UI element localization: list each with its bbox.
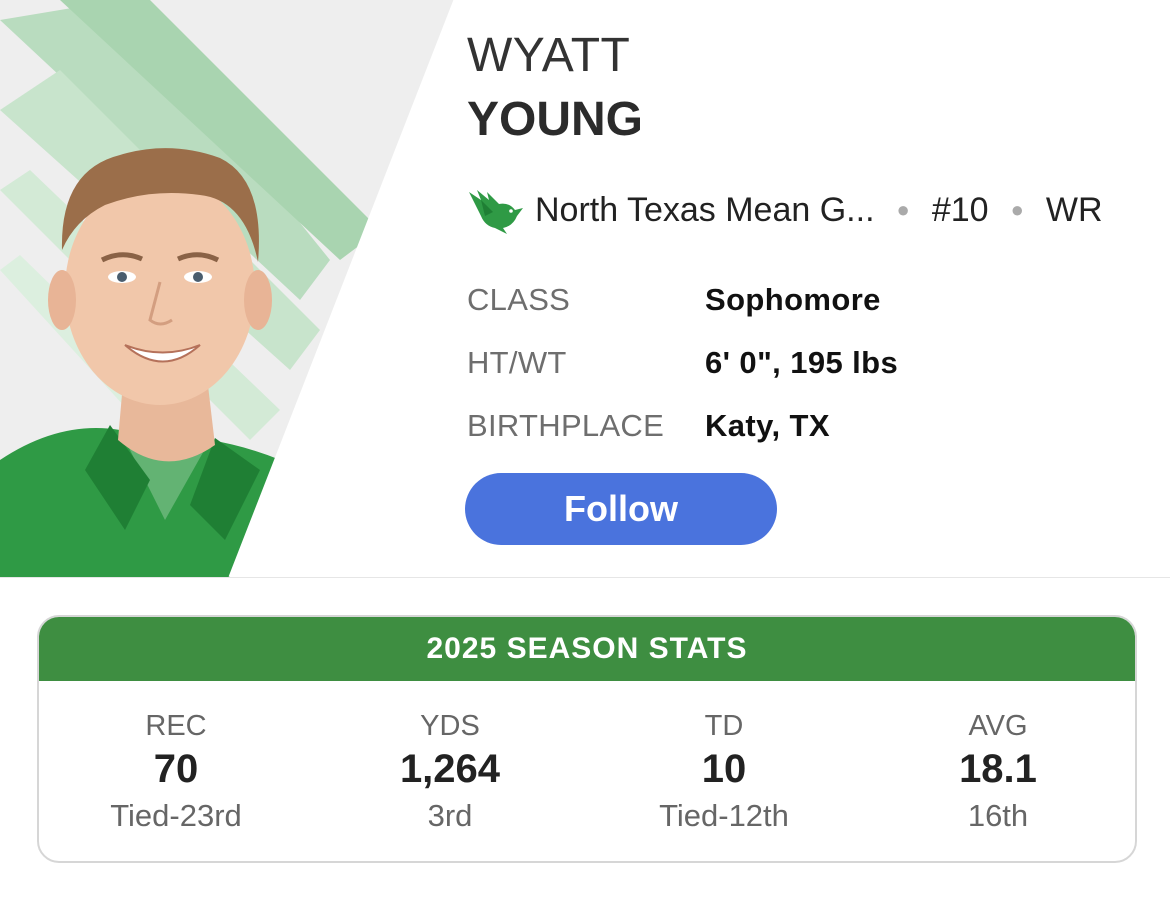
stat-rank: 3rd xyxy=(427,798,473,833)
info-value: Sophomore xyxy=(705,281,881,317)
stat-value: 18.1 xyxy=(959,747,1037,791)
player-position: WR xyxy=(1045,190,1103,229)
info-label: CLASS xyxy=(467,281,571,317)
info-label: BIRTHPLACE xyxy=(467,407,665,443)
stat-label: TD xyxy=(704,710,744,742)
player-header: WYATT YOUNG North Texas Mean G... ● #10 … xyxy=(0,0,1170,578)
info-row-height-weight: HT/WT 6' 0", 195 lbs xyxy=(467,331,898,394)
player-last-name: YOUNG xyxy=(467,93,644,146)
stat-rank: Tied-12th xyxy=(659,798,789,833)
player-photo xyxy=(0,0,460,577)
dot-separator-icon: ● xyxy=(1010,197,1024,222)
team-name[interactable]: North Texas Mean G... xyxy=(535,191,875,230)
team-row: North Texas Mean G... ● #10 ● WR xyxy=(467,180,1103,240)
info-row-birthplace: BIRTHPLACE Katy, TX xyxy=(467,394,898,457)
dot-separator-icon: ● xyxy=(896,197,910,222)
stats-title: 2025 SEASON STATS xyxy=(39,617,1135,681)
eagle-logo-icon xyxy=(469,190,523,234)
stat-label: YDS xyxy=(420,710,480,742)
stat-rank: 16th xyxy=(967,798,1029,833)
info-value: 6' 0", 195 lbs xyxy=(705,344,899,380)
follow-button[interactable]: Follow xyxy=(465,473,777,545)
stat-rank: Tied-23rd xyxy=(110,798,242,833)
stat-label: REC xyxy=(145,710,207,742)
stat-label: AVG xyxy=(968,710,1028,742)
season-stats-card: 2025 SEASON STATS REC 70 Tied-23rd YDS 1… xyxy=(37,615,1137,863)
jersey-number: #10 xyxy=(931,190,989,229)
info-row-class: CLASS Sophomore xyxy=(467,268,898,331)
stat-yds: YDS 1,264 3rd xyxy=(313,710,587,834)
stat-td: TD 10 Tied-12th xyxy=(587,710,861,834)
stat-value: 70 xyxy=(153,747,199,791)
player-first-name: WYATT xyxy=(467,29,631,82)
stat-value: 1,264 xyxy=(399,747,501,791)
player-info: CLASS Sophomore HT/WT 6' 0", 195 lbs BIR… xyxy=(467,268,898,457)
stat-value: 10 xyxy=(701,747,747,791)
info-value: Katy, TX xyxy=(705,407,830,443)
info-label: HT/WT xyxy=(467,344,567,380)
stats-row: REC 70 Tied-23rd YDS 1,264 3rd TD 10 Tie… xyxy=(39,681,1135,861)
stat-avg: AVG 18.1 16th xyxy=(861,710,1135,834)
stat-rec: REC 70 Tied-23rd xyxy=(39,710,313,834)
